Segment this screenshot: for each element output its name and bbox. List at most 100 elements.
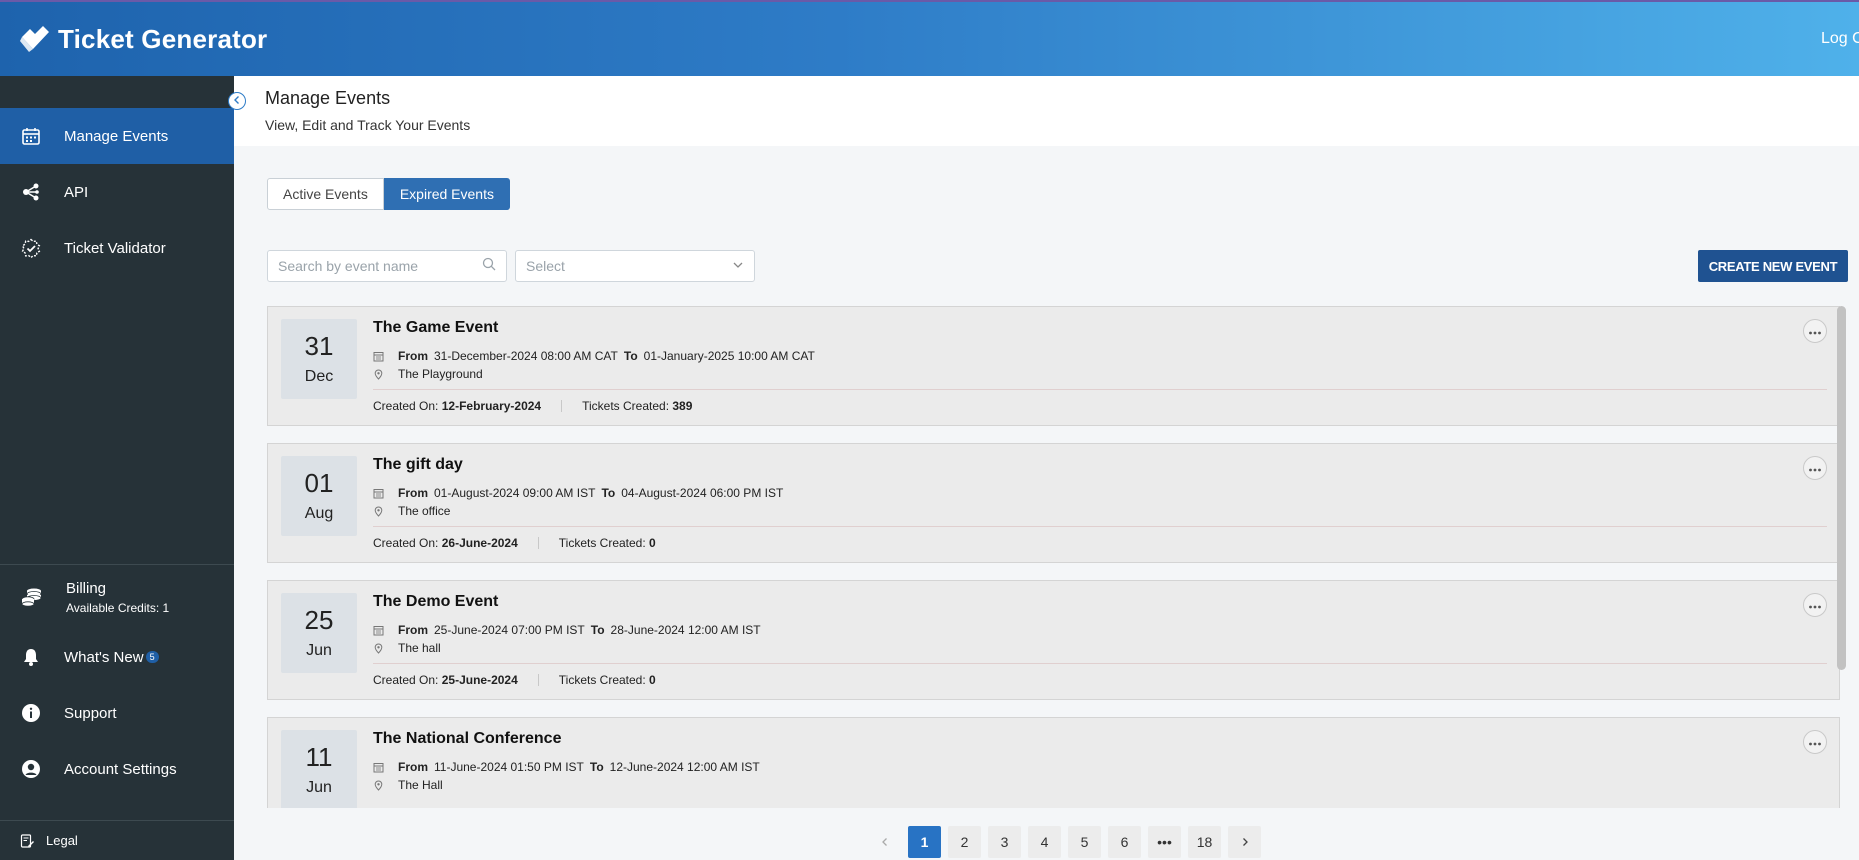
created-on-value: 26-June-2024 [441, 536, 518, 550]
event-card[interactable]: 11 Jun The National Conference From 11-J… [267, 717, 1840, 808]
info-icon [20, 702, 42, 724]
event-card[interactable]: 01 Aug The gift day From 01-August-2024 … [267, 443, 1840, 563]
to-label: To [623, 349, 638, 363]
more-horizontal-icon [1808, 596, 1822, 614]
sidebar-item-billing[interactable]: Billing Available Credits: 1 [0, 565, 234, 629]
meta-separator [537, 537, 539, 549]
pagination-next-button[interactable] [1228, 826, 1261, 858]
document-edit-icon [20, 833, 34, 848]
sidebar-item-ticket-validator[interactable]: Ticket Validator [0, 220, 234, 276]
filter-select[interactable]: Select [515, 250, 755, 282]
page-title: Manage Events [265, 88, 391, 108]
pagination-page[interactable]: 5 [1068, 826, 1101, 858]
event-date-range: From 31-December-2024 08:00 AM CAT To 01… [373, 349, 815, 363]
brand-name: Ticket Generator [58, 23, 268, 54]
event-meta: Created On: 26-June-2024 Tickets Created… [373, 536, 656, 550]
search-input[interactable] [278, 258, 482, 274]
pagination-page[interactable]: 2 [948, 826, 981, 858]
event-more-button[interactable] [1803, 730, 1827, 754]
event-name[interactable]: The gift day [373, 456, 463, 474]
event-location: The hall [373, 641, 441, 655]
bell-icon [20, 646, 42, 668]
pagination-page[interactable]: 3 [988, 826, 1021, 858]
brand[interactable]: Ticket Generator [20, 24, 267, 55]
event-date-badge: 01 Aug [281, 456, 357, 536]
meta-separator [561, 400, 563, 412]
calendar-icon [20, 125, 42, 147]
event-location-text: The Hall [398, 778, 443, 792]
event-location-text: The Playground [398, 367, 483, 381]
tickets-created-label: Tickets Created: [558, 536, 646, 550]
event-date-range: From 11-June-2024 01:50 PM IST To 12-Jun… [373, 760, 760, 774]
more-horizontal-icon [1808, 459, 1822, 477]
event-meta: Created On: 25-June-2024 Tickets Created… [373, 673, 656, 687]
event-card[interactable]: 25 Jun The Demo Event From 25-June-2024 … [267, 580, 1840, 700]
event-name[interactable]: The Demo Event [373, 593, 498, 611]
tickets-created-value: 389 [672, 399, 693, 413]
sidebar-item-label: Support [64, 704, 117, 722]
sidebar-item-legal[interactable]: Legal [0, 820, 234, 860]
from-label: From [398, 623, 428, 637]
available-credits: Available Credits: 1 [66, 600, 170, 615]
location-pin-icon [373, 779, 384, 791]
sidebar: Manage Events API Ticket Validator Billi… [0, 76, 234, 860]
created-on-value: 25-June-2024 [441, 673, 518, 687]
logout-link[interactable]: Log Out [1821, 30, 1859, 48]
event-day: 01 [304, 468, 334, 498]
sidebar-item-whats-new[interactable]: What's New 5 [0, 629, 234, 685]
event-to: 28-June-2024 12:00 AM IST [610, 623, 761, 637]
sidebar-secondary-nav: Billing Available Credits: 1 What's New … [0, 564, 234, 797]
event-from: 31-December-2024 08:00 AM CAT [434, 349, 618, 363]
location-pin-icon [373, 642, 384, 654]
created-on-label: Created On: [373, 399, 439, 413]
event-date-badge: 25 Jun [281, 593, 357, 673]
sidebar-collapse-button[interactable] [228, 92, 246, 110]
tickets-created-value: 0 [649, 673, 656, 687]
event-card[interactable]: 31 Dec The Game Event From 31-December-2… [267, 306, 1840, 426]
badge-check-icon [20, 237, 42, 259]
event-month: Jun [306, 642, 332, 659]
event-date-badge: 11 Jun [281, 730, 357, 808]
meta-separator [537, 674, 539, 686]
event-more-button[interactable] [1803, 593, 1827, 617]
tab-active-events[interactable]: Active Events [267, 178, 384, 210]
card-divider [373, 389, 1827, 390]
pagination-page[interactable]: 6 [1108, 826, 1141, 858]
whats-new-count-badge: 5 [145, 651, 159, 663]
page-subtitle: View, Edit and Track Your Events [265, 117, 471, 133]
event-month: Dec [304, 368, 334, 385]
legal-label: Legal [46, 833, 78, 848]
card-divider [373, 663, 1827, 664]
sidebar-item-account-settings[interactable]: Account Settings [0, 741, 234, 797]
search-icon[interactable] [482, 257, 496, 276]
event-more-button[interactable] [1803, 319, 1827, 343]
event-date-range: From 25-June-2024 07:00 PM IST To 28-Jun… [373, 623, 761, 637]
more-horizontal-icon [1808, 733, 1822, 751]
tab-expired-events[interactable]: Expired Events [383, 178, 510, 210]
chevron-left-icon [232, 92, 242, 110]
event-name[interactable]: The Game Event [373, 319, 498, 337]
created-on-label: Created On: [373, 536, 439, 550]
event-meta: Created On: 12-February-2024 Tickets Cre… [373, 399, 692, 413]
event-name[interactable]: The National Conference [373, 730, 561, 748]
create-new-event-button[interactable]: CREATE NEW EVENT [1698, 250, 1848, 282]
billing-title: Billing [66, 579, 107, 597]
pagination-page[interactable]: 4 [1028, 826, 1061, 858]
pagination-prev-button[interactable] [868, 826, 901, 858]
sidebar-item-support[interactable]: Support [0, 685, 234, 741]
event-day: 11 [305, 742, 333, 772]
event-to: 12-June-2024 12:00 AM IST [609, 760, 760, 774]
event-month: Aug [304, 505, 334, 522]
event-more-button[interactable] [1803, 456, 1827, 480]
sidebar-item-manage-events[interactable]: Manage Events [0, 108, 234, 164]
search-box [267, 250, 507, 282]
pagination-ellipsis[interactable]: ••• [1148, 826, 1181, 858]
pagination-page[interactable]: 18 [1188, 826, 1221, 858]
event-location-text: The hall [398, 641, 441, 655]
coins-icon [20, 585, 44, 609]
event-status-tabs: Active Events Expired Events [267, 178, 510, 210]
event-location-text: The office [398, 504, 451, 518]
pagination-page[interactable]: 1 [908, 826, 941, 858]
event-list-scrollbar[interactable] [1837, 306, 1846, 670]
sidebar-item-api[interactable]: API [0, 164, 234, 220]
